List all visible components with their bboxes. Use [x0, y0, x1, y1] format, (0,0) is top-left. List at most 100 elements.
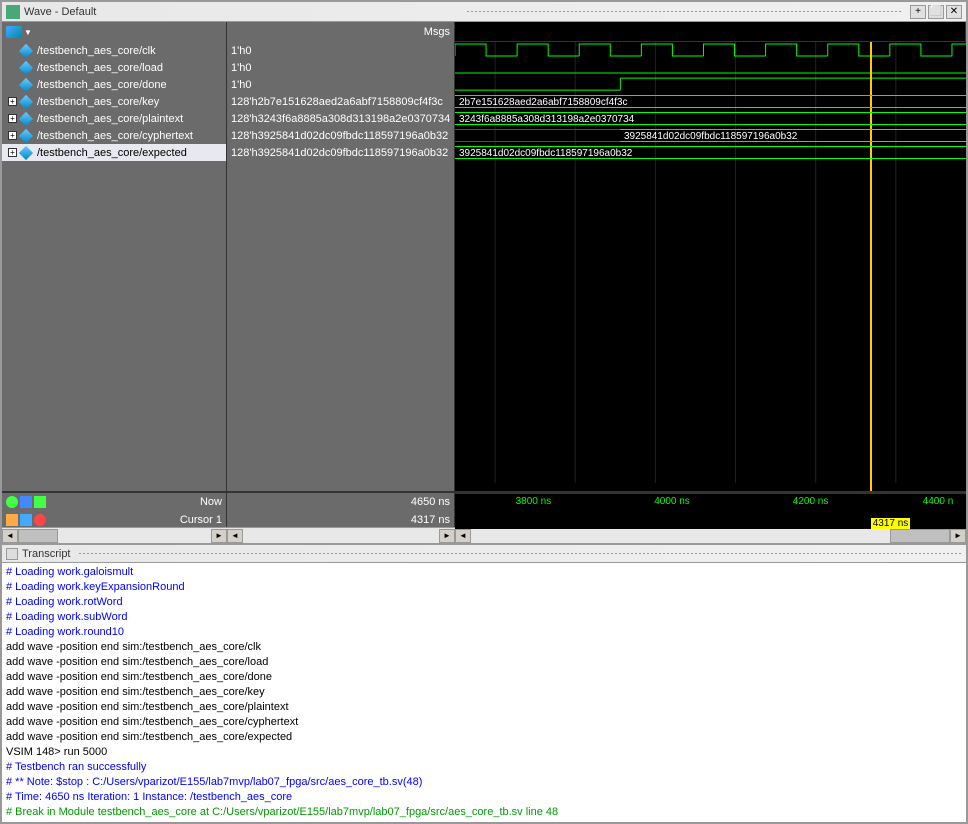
add-icon[interactable]	[34, 496, 46, 508]
signal-name: /testbench_aes_core/expected	[37, 147, 187, 159]
now-icon	[6, 496, 18, 508]
transcript-line: # Loading work.subWord	[6, 610, 962, 625]
transcript-line: add wave -position end sim:/testbench_ae…	[6, 685, 962, 700]
signal-names-panel: ▼ /testbench_aes_core/clk/testbench_aes_…	[2, 22, 227, 491]
wave-titlebar: Wave - Default + ⬜ ✕	[2, 2, 966, 22]
time-tick: 4000 ns	[654, 496, 690, 507]
now-value: 4650 ns	[231, 496, 450, 508]
signal-value: 1'h0	[227, 42, 454, 59]
waveform-bus-invalid[interactable]	[455, 129, 620, 142]
waveform-bus[interactable]: 3925841d02dc09fbdc118597196a0b32	[620, 129, 966, 142]
expand-icon[interactable]: +	[8, 148, 17, 157]
scroll-right-button[interactable]: ►	[950, 529, 966, 543]
expand-icon[interactable]: +	[8, 97, 17, 106]
transcript-line: add wave -position end sim:/testbench_ae…	[6, 640, 962, 655]
signal-icon	[19, 146, 33, 160]
wave-scroll-thumb[interactable]	[890, 529, 950, 543]
signal-icon	[19, 61, 33, 75]
signal-row[interactable]: + /testbench_aes_core/cyphertext	[2, 127, 226, 144]
msgs-panel: Msgs 1'h01'h01'h0128'h2b7e151628aed2a6ab…	[227, 22, 455, 491]
transcript-body[interactable]: # Loading work.galoismult# Loading work.…	[2, 563, 966, 822]
waveform-panel[interactable]: 2b7e151628aed2a6abf7158809cf4f3c 3243f6a8…	[455, 22, 966, 491]
wave-window-icon	[6, 5, 20, 19]
cursor-value: 4317 ns	[231, 514, 450, 526]
transcript-line: # Loading work.round10	[6, 625, 962, 640]
signal-row[interactable]: /testbench_aes_core/load	[2, 59, 226, 76]
signal-value: 128'h3925841d02dc09fbdc118597196a0b32	[227, 144, 454, 161]
transcript-line: add wave -position end sim:/testbench_ae…	[6, 730, 962, 745]
signal-row[interactable]: /testbench_aes_core/clk	[2, 42, 226, 59]
transcript-line: # Time: 4650 ns Iteration: 1 Instance: /…	[6, 790, 962, 805]
transcript-line: add wave -position end sim:/testbench_ae…	[6, 700, 962, 715]
titlebar-decoration	[467, 11, 902, 12]
waveform-bus[interactable]: 3243f6a8885a308d313198a2e0370734	[455, 112, 966, 125]
signal-icon	[19, 78, 33, 92]
msg-scroll-track[interactable]	[243, 529, 439, 543]
cursor-time-marker[interactable]: 4317 ns	[871, 518, 911, 529]
expand-icon[interactable]: +	[8, 114, 17, 123]
waveform-bus[interactable]: 3925841d02dc09fbdc118597196a0b32	[455, 146, 966, 159]
signal-name: /testbench_aes_core/plaintext	[37, 113, 183, 125]
waveform-header	[455, 22, 966, 42]
scrollbar-row: ◄ ► ◄ ► ◄ ►	[2, 527, 966, 543]
signal-value: 1'h0	[227, 76, 454, 93]
transcript-line: # ** Note: $stop : C:/Users/vparizot/E15…	[6, 775, 962, 790]
scroll-right-button[interactable]: ►	[439, 529, 455, 543]
signal-panel-header[interactable]: ▼	[2, 22, 227, 42]
signal-row[interactable]: + /testbench_aes_core/plaintext	[2, 110, 226, 127]
scroll-left-button[interactable]: ◄	[2, 529, 18, 543]
wave-footer: Now Cursor 1 4650 ns 4317 ns 3800 ns4000…	[2, 491, 966, 527]
signal-name: /testbench_aes_core/done	[37, 79, 167, 91]
wave-title: Wave - Default	[24, 6, 459, 18]
signal-row[interactable]: /testbench_aes_core/done	[2, 76, 226, 93]
signal-icon	[19, 112, 33, 126]
window-add-button[interactable]: +	[910, 5, 926, 19]
transcript-line: add wave -position end sim:/testbench_ae…	[6, 715, 962, 730]
chevron-down-icon[interactable]: ▼	[24, 28, 32, 37]
scroll-left-button[interactable]: ◄	[455, 529, 471, 543]
signal-value: 1'h0	[227, 59, 454, 76]
wave-scroll-track[interactable]	[471, 529, 950, 543]
scroll-right-button[interactable]: ►	[211, 529, 227, 543]
signal-icon	[19, 129, 33, 143]
signal-name: /testbench_aes_core/key	[37, 96, 159, 108]
transcript-decoration	[79, 553, 963, 554]
signal-value: 128'h3243f6a8885a308d313198a2e0370734	[227, 110, 454, 127]
window-close-button[interactable]: ✕	[946, 5, 962, 19]
lock-icon[interactable]	[6, 514, 18, 526]
signal-name: /testbench_aes_core/load	[37, 62, 163, 74]
window-maximize-button[interactable]: ⬜	[928, 5, 944, 19]
signal-filter-icon[interactable]	[6, 26, 22, 38]
remove-icon[interactable]	[34, 514, 46, 526]
time-tick: 3800 ns	[516, 496, 552, 507]
signal-row[interactable]: + /testbench_aes_core/expected	[2, 144, 226, 161]
signal-name: /testbench_aes_core/clk	[37, 45, 156, 57]
signal-row[interactable]: + /testbench_aes_core/key	[2, 93, 226, 110]
time-tick: 4400 n	[923, 496, 954, 507]
transcript-panel: Transcript # Loading work.galoismult# Lo…	[2, 543, 966, 822]
time-tick: 4200 ns	[793, 496, 829, 507]
signal-icon	[19, 44, 33, 58]
transcript-header[interactable]: Transcript	[2, 545, 966, 563]
signal-icon	[19, 95, 33, 109]
expand-icon[interactable]: +	[8, 131, 17, 140]
now-icon2	[20, 496, 32, 508]
time-ruler[interactable]: 3800 ns 4000 ns 4200 ns 4400 n	[455, 493, 966, 511]
sig-scroll-thumb[interactable]	[18, 529, 58, 543]
cursor-marker-line[interactable]	[870, 42, 872, 491]
transcript-line: add wave -position end sim:/testbench_ae…	[6, 655, 962, 670]
transcript-icon	[6, 548, 18, 560]
msgs-panel-header: Msgs	[227, 22, 455, 42]
transcript-title: Transcript	[22, 548, 71, 560]
waveform-bus[interactable]: 2b7e151628aed2a6abf7158809cf4f3c	[455, 95, 966, 108]
cursor-icon	[20, 514, 32, 526]
cursor-label: Cursor 1	[46, 514, 222, 526]
signal-name: /testbench_aes_core/cyphertext	[37, 130, 193, 142]
scroll-left-button[interactable]: ◄	[227, 529, 243, 543]
transcript-line: add wave -position end sim:/testbench_ae…	[6, 670, 962, 685]
transcript-line: # Loading work.rotWord	[6, 595, 962, 610]
signal-value: 128'h3925841d02dc09fbdc118597196a0b32	[227, 127, 454, 144]
transcript-line: # Break in Module testbench_aes_core at …	[6, 805, 962, 820]
signal-value: 128'h2b7e151628aed2a6abf7158809cf4f3c	[227, 93, 454, 110]
sig-scroll-track[interactable]	[18, 529, 211, 543]
